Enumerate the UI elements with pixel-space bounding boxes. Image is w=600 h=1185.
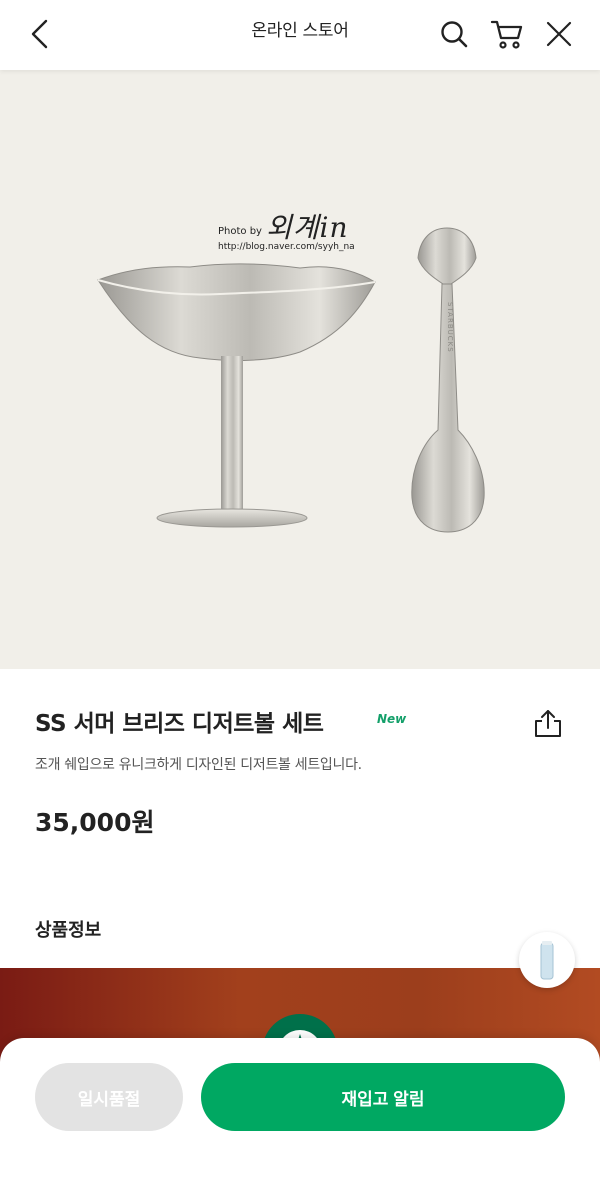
product-image: Photo by 외계in http://blog.naver.com/syyh… [0, 70, 600, 669]
close-icon [546, 21, 572, 47]
search-icon [441, 21, 468, 48]
product-info-heading: 상품정보 [35, 920, 102, 941]
cart-button[interactable] [487, 14, 527, 54]
restock-alert-button[interactable]: 재입고 알림 [201, 1063, 565, 1131]
top-app-bar: 온라인 스토어 [0, 0, 600, 70]
search-button[interactable] [434, 14, 474, 54]
spoon-engraving: STARBUCKS [446, 302, 454, 353]
share-icon [535, 710, 561, 737]
product-description: 조개 쉐입으로 유니크하게 디자인된 디저트볼 세트입니다. [35, 757, 362, 773]
product-name: SS 서머 브리즈 디저트볼 세트 [35, 711, 324, 737]
bottom-action-sheet: 일시품절 재입고 알림 [0, 1038, 600, 1185]
tumbler-icon [540, 941, 554, 980]
product-price: 35,000원 [35, 808, 155, 837]
recent-item-thumbnail[interactable] [519, 932, 575, 988]
new-badge: New [377, 712, 407, 726]
dessert-bowl-illustration: STARBUCKS [97, 227, 485, 533]
soldout-button[interactable]: 일시품절 [35, 1063, 183, 1131]
close-button[interactable] [539, 14, 579, 54]
share-button[interactable] [528, 705, 568, 743]
cart-icon [490, 20, 523, 49]
